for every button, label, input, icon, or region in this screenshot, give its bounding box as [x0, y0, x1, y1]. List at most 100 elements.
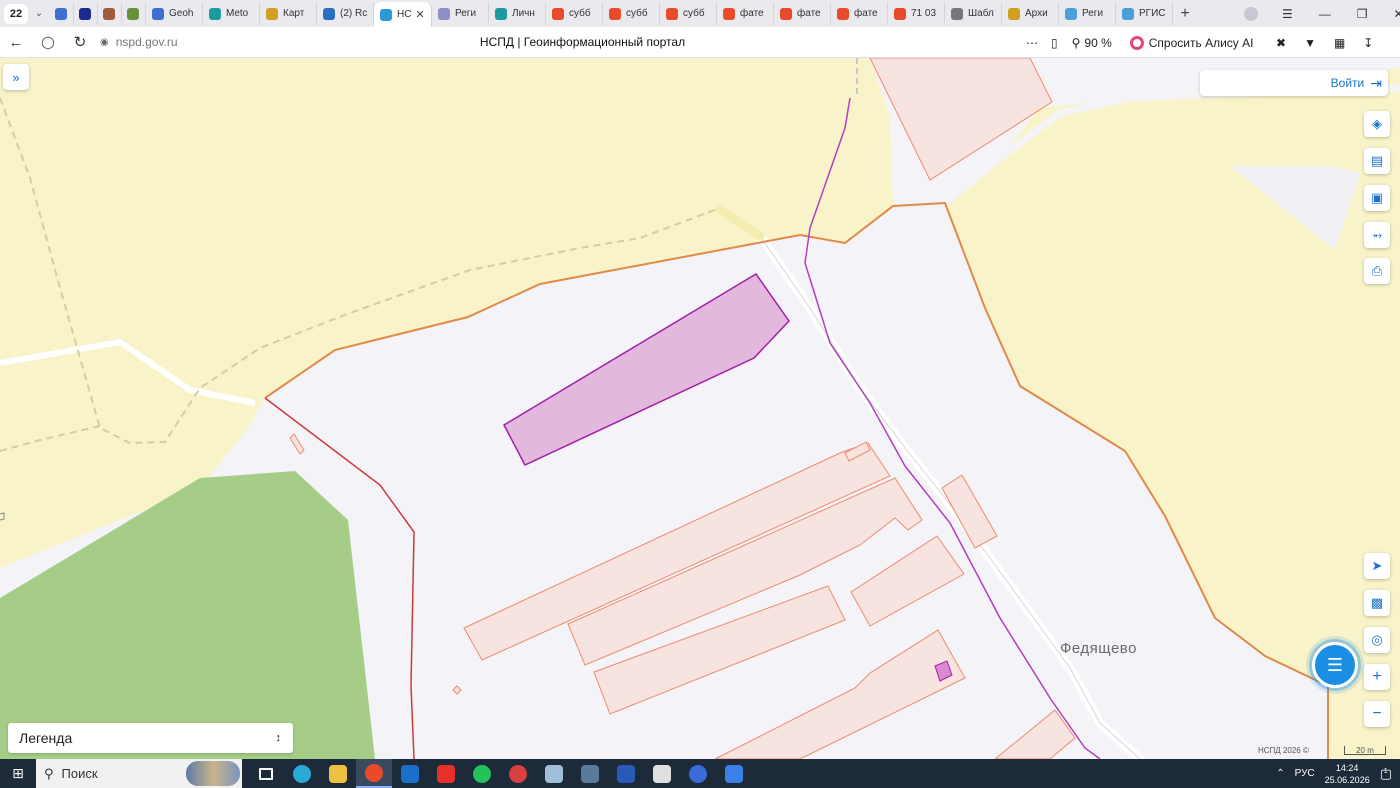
browser-tab[interactable]: РГИС: [1116, 2, 1173, 25]
more-icon[interactable]: ⋯: [1026, 36, 1039, 50]
browser-tab[interactable]: Geoh: [146, 2, 203, 25]
menu-icon[interactable]: ☰: [1282, 7, 1293, 21]
tab-label: Meto: [226, 8, 249, 19]
taskbar-search[interactable]: ⚲ Поиск: [36, 759, 242, 788]
windows-start-icon[interactable]: ⊞: [0, 765, 36, 782]
browser-tab[interactable]: Личн: [489, 2, 546, 25]
browser-tab[interactable]: [50, 2, 74, 25]
expand-panel-button[interactable]: »: [3, 64, 29, 90]
map-view[interactable]: » Войти ⇥ ◈ ▤ ▣ ⥇ ⎙ ➤ ▩ ◎ + − ☰ Федящево…: [0, 58, 1400, 759]
map-attribution: НСПД 2026 ©: [1258, 746, 1309, 755]
calculator-icon[interactable]: [572, 759, 608, 788]
zoom-out-button[interactable]: −: [1364, 701, 1390, 727]
reload-button[interactable]: ↻: [64, 33, 96, 51]
ruler-icon[interactable]: ▤: [1364, 148, 1390, 174]
tab-label: Реги: [455, 8, 477, 19]
close-window-button[interactable]: ✕: [1394, 7, 1400, 21]
whatsapp-icon[interactable]: [464, 759, 500, 788]
browser-tab[interactable]: субб: [603, 2, 660, 25]
app-frame-icon[interactable]: [716, 759, 752, 788]
browser-tab[interactable]: фате: [717, 2, 774, 25]
app-blue-icon[interactable]: [680, 759, 716, 788]
clock[interactable]: 14:24 25.06.2026: [1325, 762, 1370, 786]
back-button[interactable]: ←: [0, 34, 32, 51]
word-icon[interactable]: [608, 759, 644, 788]
browser-tab[interactable]: Реги: [1059, 2, 1116, 25]
notes-icon[interactable]: [536, 759, 572, 788]
tab-favicon-icon: [103, 7, 115, 20]
chevron-down-icon[interactable]: ⌄: [28, 8, 50, 19]
profile-icon[interactable]: [1244, 6, 1258, 21]
map-canvas[interactable]: [0, 58, 1400, 759]
zoom-level[interactable]: 90 %: [1084, 36, 1111, 50]
edge-icon[interactable]: [284, 759, 320, 788]
browser-tab[interactable]: Карт: [260, 2, 317, 25]
cap-icon[interactable]: ▼: [1304, 36, 1316, 50]
zoom-icon[interactable]: ⚲: [1072, 36, 1081, 50]
zoom-in-button[interactable]: +: [1364, 664, 1390, 690]
window-controls: ☰ — ❐ ✕: [1244, 0, 1400, 27]
tools-icon[interactable]: ✖: [1276, 36, 1286, 50]
store-icon[interactable]: [644, 759, 680, 788]
new-tab-button[interactable]: +: [1173, 5, 1197, 23]
task-view-icon[interactable]: [248, 759, 284, 788]
expand-icon[interactable]: ↕: [276, 732, 282, 744]
file-explorer-icon[interactable]: [320, 759, 356, 788]
language-indicator[interactable]: РУС: [1295, 768, 1315, 779]
browser-tab[interactable]: НС ✕: [374, 2, 432, 27]
alice-button[interactable]: Спросить Алису AI: [1129, 35, 1253, 50]
browser-tab[interactable]: Архи: [1002, 2, 1059, 25]
tab-favicon-icon: [780, 7, 792, 20]
extensions-area: ✖ ▼ ▦ ↧: [1276, 27, 1373, 58]
download-icon[interactable]: ↧: [1363, 36, 1373, 50]
close-tab-icon[interactable]: ✕: [415, 8, 424, 21]
chat-icon[interactable]: ☰: [1312, 642, 1358, 688]
tab-favicon-icon: [1122, 7, 1134, 20]
clock-time: 14:24: [1335, 762, 1359, 773]
browser-tab[interactable]: 71 03: [888, 2, 945, 25]
outlook-icon[interactable]: [392, 759, 428, 788]
maximize-button[interactable]: ❐: [1357, 7, 1368, 21]
tab-favicon-icon: [79, 7, 91, 20]
browser-tab[interactable]: [74, 2, 98, 25]
app-red-icon[interactable]: [500, 759, 536, 788]
tab-favicon-icon: [266, 7, 278, 20]
browser-tab[interactable]: [98, 2, 122, 25]
legend-panel[interactable]: Легенда ↕: [8, 723, 293, 753]
yandex-browser-icon[interactable]: [356, 759, 392, 788]
tab-favicon-icon: [380, 8, 392, 21]
tab-label: Архи: [1025, 8, 1048, 19]
login-button[interactable]: Войти ⇥: [1200, 70, 1388, 96]
browser-tab[interactable]: субб: [546, 2, 603, 25]
browser-tab[interactable]: Реги: [432, 2, 489, 25]
layers-icon[interactable]: ◈: [1364, 111, 1390, 137]
select-area-icon[interactable]: ▣: [1364, 185, 1390, 211]
url-field[interactable]: ◉ nspd.gov.ru: [100, 30, 1125, 54]
share-icon[interactable]: ⥇: [1364, 222, 1390, 248]
tab-favicon-icon: [666, 7, 678, 20]
browser-tab[interactable]: Шабл: [945, 2, 1002, 25]
minimap-icon[interactable]: ▩: [1364, 590, 1390, 616]
browser-tab[interactable]: (2) Rc: [317, 2, 374, 25]
extension-icon[interactable]: ▦: [1334, 36, 1345, 50]
browser-tab[interactable]: фате: [774, 2, 831, 25]
geolocation-icon[interactable]: ◎: [1364, 627, 1390, 653]
browser-tab[interactable]: [122, 2, 146, 25]
tab-label: (2) Rc: [340, 8, 368, 19]
locate-icon[interactable]: ➤: [1364, 553, 1390, 579]
tab-list: Geoh Meto Карт (2) Rc НС ✕ Реги Личн субб субб суб…: [50, 0, 1173, 27]
print-icon[interactable]: ⎙: [1364, 258, 1390, 284]
tab-label: Шабл: [968, 8, 994, 19]
address-bar-actions: ⋯ ▯ ⚲ 90 % Спросить Алису AI: [1026, 27, 1253, 58]
bookmark-icon[interactable]: ▯: [1051, 36, 1058, 50]
minimize-button[interactable]: —: [1319, 7, 1331, 21]
legend-label: Легенда: [19, 730, 73, 746]
yandex-icon[interactable]: [428, 759, 464, 788]
tab-count-badge[interactable]: 22: [4, 3, 28, 24]
browser-tab[interactable]: фате: [831, 2, 888, 25]
notification-icon[interactable]: ▢ 1: [1380, 766, 1392, 782]
yandex-icon[interactable]: ◯: [32, 35, 64, 49]
chevron-up-icon[interactable]: ⌃: [1276, 768, 1284, 779]
browser-tab[interactable]: Meto: [203, 2, 260, 25]
browser-tab[interactable]: субб: [660, 2, 717, 25]
